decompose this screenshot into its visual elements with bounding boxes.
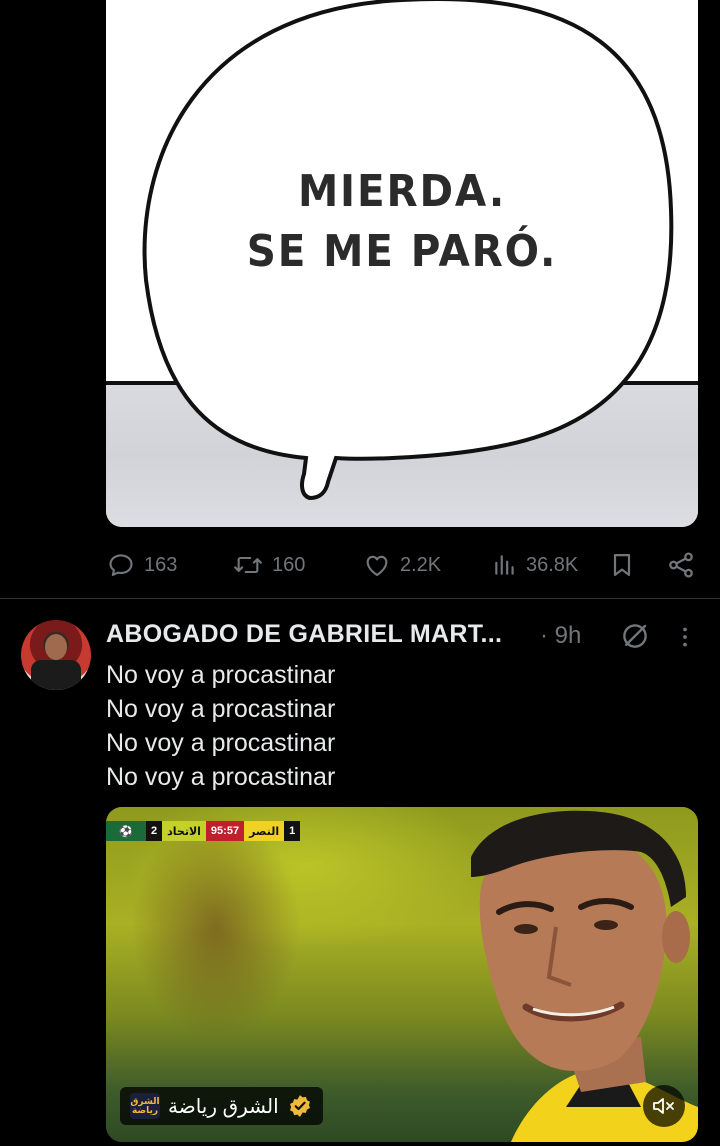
repost-icon	[234, 556, 262, 574]
reply-count: 163	[144, 553, 178, 576]
bookmark-icon	[613, 553, 631, 577]
tweet2-video[interactable]: ⚽ 2 الاتحاد 95:57 النصر 1 الشرق رياضة ال…	[106, 807, 698, 1142]
share-icon	[669, 552, 693, 578]
mute-button[interactable]	[643, 1085, 685, 1127]
tweet-text-line: No voy a procastinar	[106, 763, 336, 791]
channel-badge[interactable]: الشرق رياضة الشرق رياضة	[120, 1087, 323, 1125]
tweet-text: No voy a procastinar No voy a procastina…	[106, 658, 335, 794]
channel-logo: الشرق رياضة	[130, 1093, 160, 1119]
tweet-divider	[0, 598, 720, 599]
scoreboard-logo-icon: ⚽	[106, 821, 146, 841]
tweet-time[interactable]: · 9h	[540, 622, 581, 650]
tweet-text-line: No voy a procastinar	[106, 661, 336, 689]
home-team: النصر	[244, 821, 285, 841]
bubble-text-line1: MIERDA.	[297, 166, 507, 217]
away-team: الاتحاد	[162, 821, 206, 841]
reply-icon	[109, 554, 133, 576]
channel-name: الشرق رياضة	[168, 1095, 279, 1118]
avatar-shirt	[31, 660, 81, 690]
views-count: 36.8K	[526, 553, 579, 576]
avatar-face	[45, 634, 67, 660]
bubble-text-line2: SE ME PARÓ.	[246, 226, 558, 277]
home-goals: 1	[284, 821, 301, 841]
scoreboard: ⚽ 2 الاتحاد 95:57 النصر 1	[106, 821, 301, 841]
avatar[interactable]	[21, 620, 91, 690]
more-options-icon[interactable]	[672, 622, 698, 652]
bookmark-button[interactable]	[608, 545, 636, 585]
share-button[interactable]	[666, 545, 696, 585]
away-goals: 2	[146, 821, 163, 841]
tweet-text-line: No voy a procastinar	[106, 729, 336, 757]
like-count: 2.2K	[400, 553, 442, 576]
reply-button[interactable]: 163	[106, 545, 177, 585]
like-button[interactable]: 2.2K	[362, 545, 441, 585]
repost-count: 160	[272, 553, 306, 576]
views-chart-icon	[495, 555, 514, 575]
repost-button[interactable]: 160	[232, 545, 305, 585]
verified-badge-icon	[289, 1095, 310, 1117]
tweet1-action-bar: 163 160 2.2K 36.8K	[0, 545, 720, 585]
muted-speaker-icon	[653, 1098, 674, 1114]
match-clock: 95:57	[205, 821, 245, 841]
tweet-text-line: No voy a procastinar	[106, 695, 336, 723]
tweet1-image[interactable]: MIERDA. SE ME PARÓ.	[106, 0, 698, 527]
author-name[interactable]: ABOGADO DE GABRIEL MART...	[106, 620, 502, 649]
heart-icon	[366, 555, 388, 576]
views-button[interactable]: 36.8K	[492, 545, 578, 585]
grok-icon[interactable]	[620, 621, 650, 651]
